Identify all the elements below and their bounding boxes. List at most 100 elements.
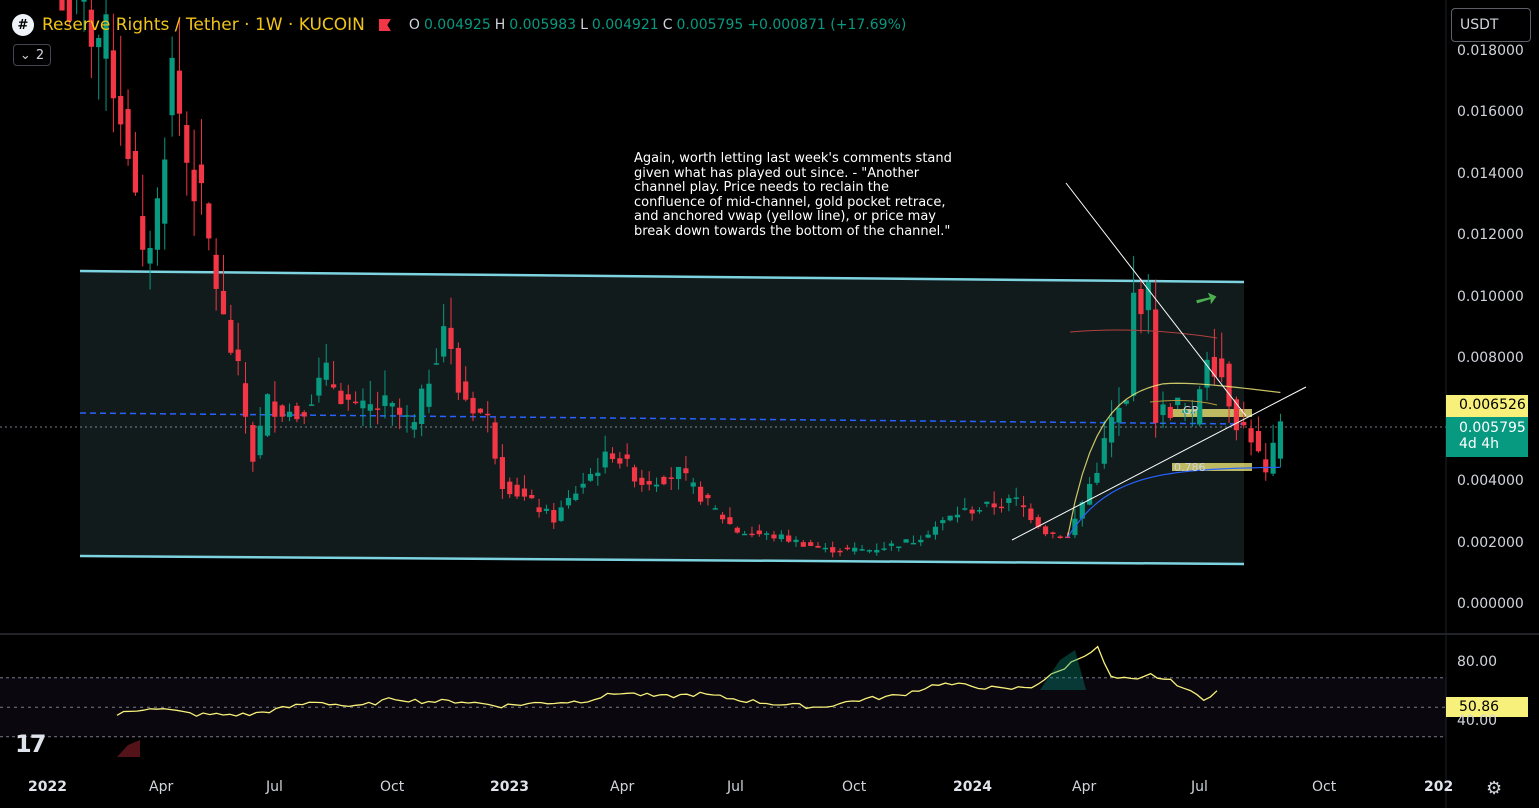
candle-body xyxy=(690,482,696,487)
candle-body xyxy=(441,326,447,357)
candle-body xyxy=(815,545,821,548)
candle-body xyxy=(411,422,417,430)
candle-body xyxy=(1226,363,1232,407)
candle-body xyxy=(477,408,483,413)
candle-body xyxy=(580,483,586,488)
candle-body xyxy=(485,413,491,416)
candle-body xyxy=(499,457,505,490)
candle-body xyxy=(206,203,212,239)
candle-body xyxy=(874,549,880,553)
candle-body xyxy=(1167,406,1173,418)
candle-body xyxy=(118,95,124,125)
candle-body xyxy=(389,402,395,407)
candle-body xyxy=(668,477,674,479)
candle-body xyxy=(954,514,961,518)
candle-body xyxy=(455,347,461,393)
candle-body xyxy=(786,535,792,542)
tradingview-logo[interactable]: 17 xyxy=(15,730,46,758)
level-price-tag: 0.006526 xyxy=(1446,395,1528,417)
flag-icon[interactable] xyxy=(378,19,391,31)
candle-body xyxy=(169,57,175,116)
candle-body xyxy=(859,549,865,551)
candle-body xyxy=(749,533,755,536)
candle-body xyxy=(1219,358,1225,378)
candle-body xyxy=(308,404,315,406)
candle-body xyxy=(162,159,168,224)
candle-body xyxy=(140,216,146,250)
candle-body xyxy=(822,547,828,550)
candle-body xyxy=(639,477,645,485)
symbol-logo[interactable]: # xyxy=(12,14,34,36)
close-label: C xyxy=(662,17,673,33)
currency-selector[interactable]: USDT xyxy=(1451,8,1531,42)
candle-body xyxy=(228,319,234,353)
candle-body xyxy=(793,539,799,543)
symbol-title[interactable]: Reserve Rights / Tether · 1W · KUCOIN xyxy=(42,15,365,35)
price-tick-label: 0.014000 xyxy=(1457,165,1524,182)
candle-body xyxy=(279,405,285,417)
candle-body xyxy=(1277,421,1284,459)
candle-body xyxy=(1020,505,1027,508)
indicators-collapse-button[interactable]: ⌄ 2 xyxy=(13,44,51,66)
bar-countdown: 4d 4h xyxy=(1459,436,1500,452)
candle-body xyxy=(514,484,520,497)
candle-body xyxy=(800,542,806,547)
price-tick-label: 0.018000 xyxy=(1457,43,1524,59)
candle-body xyxy=(345,394,351,400)
candle-body xyxy=(602,451,608,468)
candle-body xyxy=(1042,526,1049,535)
candle-body xyxy=(962,508,968,510)
price-tick-label: 0.016000 xyxy=(1457,104,1524,121)
low-value: 0.004921 xyxy=(591,17,659,33)
candle-body xyxy=(323,362,329,380)
candle-body xyxy=(573,493,579,500)
candle-body xyxy=(1160,404,1166,416)
candle-body xyxy=(507,481,513,495)
candle-body xyxy=(125,109,131,159)
candle-body xyxy=(558,507,564,521)
candle-body xyxy=(1013,497,1019,499)
candle-body xyxy=(397,407,403,415)
rsi-tick-label: 80.00 xyxy=(1457,654,1498,670)
time-tick-label: 2022 xyxy=(28,779,67,795)
chart-canvas[interactable] xyxy=(0,0,1539,808)
chart-annotation[interactable]: Again, worth letting last week's comment… xyxy=(634,151,964,240)
indicator-count: 2 xyxy=(35,47,45,63)
candle-body xyxy=(1131,292,1137,396)
candle-body xyxy=(198,164,205,184)
candle-body xyxy=(1101,438,1107,464)
candle-body xyxy=(147,248,153,264)
candle-body xyxy=(286,411,293,417)
candle-body xyxy=(375,408,381,410)
candle-body xyxy=(382,395,388,406)
candle-body xyxy=(463,381,469,400)
candle-body xyxy=(998,506,1005,509)
low-label: L xyxy=(580,17,588,33)
candle-body xyxy=(705,494,711,499)
fib-gp-label: GP xyxy=(1183,404,1199,417)
candle-body xyxy=(837,550,843,553)
candle-body xyxy=(257,425,263,456)
candle-body xyxy=(338,390,344,404)
candle-body xyxy=(947,515,953,521)
candle-body xyxy=(969,509,975,514)
candle-body xyxy=(646,481,652,485)
open-label: O xyxy=(408,17,420,33)
candle-body xyxy=(1153,309,1159,423)
candle-body xyxy=(852,547,858,552)
time-tick-label: Apr xyxy=(1072,779,1097,795)
candle-body xyxy=(81,0,87,2)
candle-body xyxy=(154,198,161,250)
candle-body xyxy=(932,526,939,535)
candle-body xyxy=(1248,428,1254,443)
time-tick-label: Jul xyxy=(266,779,283,795)
price-tick-label: 0.012000 xyxy=(1457,227,1524,244)
candle-body xyxy=(866,550,872,552)
candle-body xyxy=(675,466,682,480)
candle-body xyxy=(1109,417,1115,443)
candle-body xyxy=(529,495,535,499)
gear-icon[interactable]: ⚙ xyxy=(1486,778,1502,799)
candle-body xyxy=(301,412,307,417)
candle-body xyxy=(250,425,256,462)
rsi-tick-label: 40.00 xyxy=(1457,713,1498,729)
